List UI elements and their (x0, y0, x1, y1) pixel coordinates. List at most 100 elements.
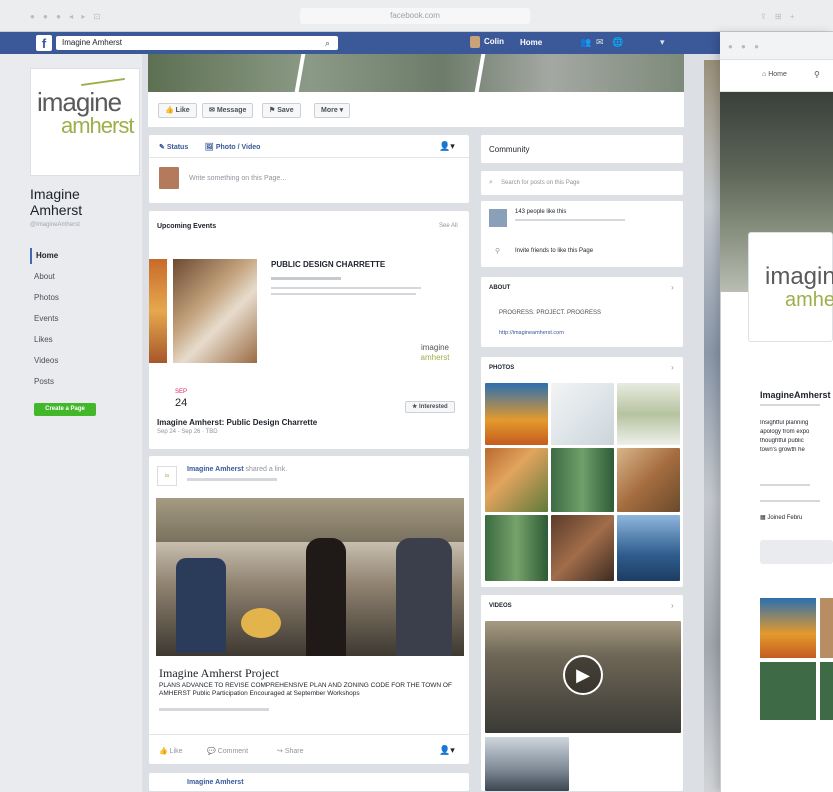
search-input[interactable]: Imagine Amherst ⌕ (56, 36, 338, 50)
overlay-desc-line: thoughtful public (760, 438, 804, 444)
url-bar[interactable]: facebook.com (300, 8, 530, 24)
overlay-page-name[interactable]: ImagineAmherst (760, 390, 832, 400)
page-action-bar: 👍 Like ✉ Message ⚑ Save More ▾ (148, 92, 684, 128)
window-controls[interactable]: ● ● ● ◂ ▸ ⊡ (30, 12, 103, 21)
search-icon[interactable]: ⌕ (325, 36, 330, 50)
background-photo-strip (704, 60, 720, 792)
pin-icon[interactable]: ⚲ (814, 70, 820, 79)
photo-thumbnail[interactable] (617, 448, 680, 512)
event-image-prev[interactable] (149, 259, 167, 363)
cover-photo[interactable] (148, 54, 684, 92)
post-author-avatar[interactable]: ia (157, 466, 177, 486)
community-card: Community (480, 134, 684, 164)
photo-thumbnail[interactable] (485, 515, 548, 581)
post-as-icon[interactable]: 👤▾ (439, 745, 455, 756)
page-profile-picture[interactable]: imagine amherst (30, 68, 140, 176)
more-button[interactable]: More ▾ (314, 103, 351, 118)
upcoming-events-card: Upcoming Events See All PUBLIC DESIGN CH… (148, 210, 470, 450)
cover-road-line (294, 54, 306, 92)
chevron-right-icon[interactable]: › (671, 283, 674, 292)
photo-thumbnail[interactable] (485, 448, 548, 512)
link-description: PLANS ADVANCE TO REVISE COMPREHENSIVE PL… (159, 682, 452, 697)
overlay-nav: ⌂ Home ⚲ (720, 60, 833, 92)
overlay-photo-thumbnail[interactable] (820, 598, 833, 658)
photo-thumbnail[interactable] (617, 515, 680, 581)
cover-road-line (474, 54, 486, 92)
browser-toolbar: ● ● ● ◂ ▸ ⊡ facebook.com ⇪ ⊞ + (0, 0, 833, 32)
event-title-link[interactable]: Imagine Amherst: Public Design Charrette (157, 418, 317, 427)
browser-actions-icon[interactable]: ⇪ ⊞ + (760, 12, 798, 21)
likes-count[interactable]: 143 people like this (515, 209, 566, 215)
page-search[interactable]: ⌕ Search for posts on this Page (480, 170, 684, 196)
home-link[interactable]: Home (520, 38, 542, 47)
logo-roof-mark (81, 77, 125, 87)
sidebar-item-photos[interactable]: Photos (30, 290, 130, 306)
photo-thumbnail[interactable] (551, 383, 614, 445)
avatar[interactable] (470, 36, 480, 48)
post-author-link[interactable]: Imagine Amherst (187, 466, 244, 473)
message-button[interactable]: ✉ Message (202, 103, 254, 118)
friend-requests-icon[interactable]: 👥 (580, 37, 591, 48)
user-name-link[interactable]: Colin (484, 37, 504, 46)
chevron-right-icon[interactable]: › (671, 601, 674, 610)
sidebar-item-posts[interactable]: Posts (30, 374, 130, 390)
overlay-photo-thumbnail[interactable] (760, 662, 816, 720)
divider (149, 734, 469, 735)
post-as-icon[interactable]: 👤▾ (439, 141, 455, 152)
sidebar-item-home[interactable]: Home (30, 248, 130, 264)
window-controls[interactable]: ● ● ● (728, 42, 762, 51)
video-thumbnail[interactable] (485, 737, 569, 791)
photo-video-tab[interactable]: 🖼 Photo / Video (205, 143, 260, 151)
invite-friends-link[interactable]: Invite friends to like this Page (515, 248, 593, 254)
interested-button[interactable]: ★ Interested (405, 401, 455, 413)
likes-detail (515, 219, 625, 221)
overlay-home-link[interactable]: ⌂ Home (762, 71, 787, 78)
facebook-logo-icon[interactable]: f (36, 35, 52, 51)
create-page-button[interactable]: Create a Page (34, 403, 96, 416)
logo-text-amherst: amherst (785, 289, 833, 311)
link-title[interactable]: Imagine Amherst Project (159, 666, 279, 681)
save-button[interactable]: ⚑ Save (262, 103, 301, 118)
post-author-link[interactable]: Imagine Amherst (187, 779, 244, 786)
page-handle[interactable]: @ImagineAmherst (30, 222, 80, 228)
like-page-button[interactable]: 👍 Like (158, 103, 197, 118)
photo-thumbnail[interactable] (485, 383, 548, 445)
messages-icon[interactable]: ✉ (596, 37, 604, 48)
status-tab[interactable]: ✎ Status (159, 143, 188, 151)
overlay-browser-bar: ● ● ● (720, 32, 833, 60)
event-day: 24 (175, 397, 188, 409)
notifications-icon[interactable]: 🌐 (612, 37, 623, 48)
event-photo[interactable] (173, 259, 257, 363)
videos-card: VIDEOS › ▶ (480, 594, 684, 792)
page-title[interactable]: Imagine Amherst (30, 186, 82, 218)
sidebar-item-events[interactable]: Events (30, 311, 130, 327)
sidebar-item-videos[interactable]: Videos (30, 353, 130, 369)
see-all-link[interactable]: See All (439, 223, 458, 229)
event-month: SEP (175, 389, 188, 395)
sidebar-item-likes[interactable]: Likes (30, 332, 130, 348)
post-timestamp[interactable] (187, 478, 277, 481)
photo-thumbnail[interactable] (551, 448, 614, 512)
overlay-photo-thumbnail[interactable] (760, 598, 816, 658)
chevron-right-icon[interactable]: › (671, 363, 674, 372)
like-button[interactable]: 👍 Like (159, 747, 183, 755)
overlay-profile-picture[interactable]: imagine amherst (748, 232, 833, 342)
play-icon[interactable]: ▶ (563, 655, 603, 695)
link-video-thumbnail[interactable] (156, 498, 464, 656)
composer-input[interactable]: Write something on this Page... (189, 175, 286, 182)
share-button[interactable]: ↪ Share (277, 747, 304, 755)
about-header: ABOUT (489, 285, 511, 291)
comment-button[interactable]: 💬 Comment (207, 747, 248, 755)
photo-thumbnail[interactable] (551, 515, 614, 581)
events-header: Upcoming Events (157, 223, 217, 230)
post-header: Imagine Amherst shared a link. (187, 466, 288, 473)
photo-thumbnail[interactable] (617, 383, 680, 445)
video-thumbnail[interactable]: ▶ (485, 621, 681, 733)
overlay-tweet-button[interactable] (760, 540, 833, 564)
page-search-input[interactable]: Search for posts on this Page (501, 180, 580, 186)
sidebar-item-about[interactable]: About (30, 269, 130, 285)
chevron-down-icon[interactable]: ▾ (660, 37, 665, 48)
overlay-photo-thumbnail[interactable] (820, 662, 833, 720)
website-link[interactable]: http://imagineamherst.com (499, 330, 564, 336)
page-title-line1: Imagine (30, 186, 80, 202)
